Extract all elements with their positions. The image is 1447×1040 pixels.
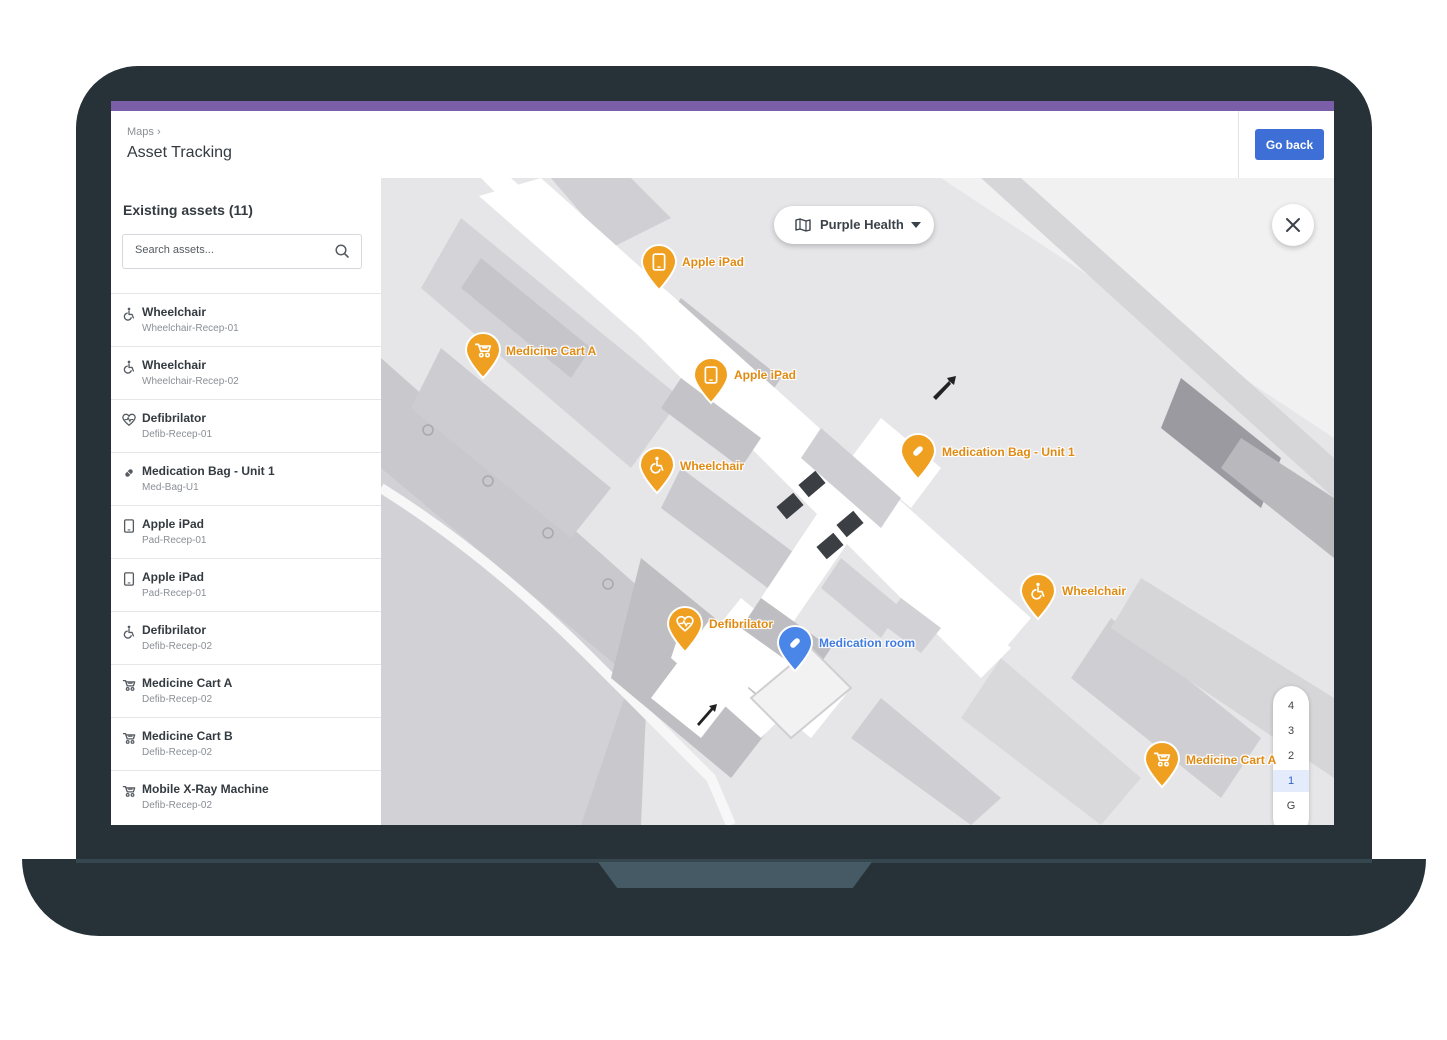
- cart-icon: [1153, 750, 1171, 773]
- asset-id: Defib-Recep-02: [142, 694, 213, 705]
- floor-map[interactable]: Purple Health 4 3 2 1 G Apple iPad Medicine C…: [381, 178, 1334, 825]
- go-back-button[interactable]: Go back: [1255, 129, 1324, 160]
- map-marker[interactable]: [1143, 741, 1181, 789]
- asset-list-item[interactable]: Defibrilator Defib-Recep-02: [111, 611, 381, 664]
- map-marker-label[interactable]: Medication room: [819, 636, 915, 650]
- pill-icon: [786, 634, 804, 657]
- asset-name: Defibrilator: [142, 411, 207, 425]
- cart-icon: [122, 784, 136, 798]
- asset-id: Pad-Recep-01: [142, 535, 207, 546]
- venue-selector[interactable]: Purple Health: [774, 206, 934, 244]
- asset-id: Wheelchair-Recep-02: [142, 376, 239, 387]
- map-marker-label[interactable]: Apple iPad: [682, 255, 744, 269]
- heart-pulse-icon: [676, 615, 694, 638]
- floor-button-g[interactable]: G: [1273, 795, 1309, 817]
- asset-list-item[interactable]: Wheelchair Wheelchair-Recep-02: [111, 346, 381, 399]
- map-marker-label[interactable]: Apple iPad: [734, 368, 796, 382]
- asset-name: Medication Bag - Unit 1: [142, 464, 275, 478]
- cart-icon: [122, 731, 136, 745]
- tablet-icon: [702, 366, 720, 389]
- wheelchair-icon: [1029, 582, 1047, 605]
- map-marker[interactable]: [666, 606, 704, 654]
- close-icon: [1286, 218, 1300, 232]
- cart-icon: [474, 341, 492, 364]
- map-marker[interactable]: [776, 625, 814, 673]
- asset-id: Defib-Recep-01: [142, 429, 213, 440]
- asset-id: Defib-Recep-02: [142, 641, 213, 652]
- map-close-button[interactable]: [1272, 204, 1314, 246]
- map-marker[interactable]: [899, 433, 937, 481]
- asset-list-item[interactable]: Defibrilator Defib-Recep-01: [111, 399, 381, 452]
- tablet-icon: [122, 519, 136, 533]
- cart-icon: [122, 678, 136, 692]
- map-marker-label[interactable]: Medicine Cart A: [506, 344, 596, 358]
- map-marker-label[interactable]: Wheelchair: [680, 459, 744, 473]
- asset-name: Wheelchair: [142, 305, 207, 319]
- wheelchair-icon: [648, 456, 666, 479]
- accent-bar: [111, 101, 1334, 111]
- caret-down-icon: [911, 222, 921, 228]
- wheelchair-icon: [122, 625, 136, 639]
- map-marker-label[interactable]: Medicine Cart A: [1186, 753, 1276, 767]
- search-input[interactable]: [133, 243, 327, 257]
- asset-id: Med-Bag-U1: [142, 482, 199, 493]
- map-marker-label[interactable]: Wheelchair: [1062, 584, 1126, 598]
- page-title: Asset Tracking: [127, 144, 232, 161]
- asset-list-item[interactable]: Mobile X-Ray Machine Defib-Recep-02: [111, 770, 381, 823]
- map-marker[interactable]: [1019, 573, 1057, 621]
- asset-name: Mobile X-Ray Machine: [142, 782, 269, 796]
- asset-name: Defibrilator: [142, 623, 207, 637]
- breadcrumb[interactable]: Maps ›: [127, 126, 161, 138]
- tablet-icon: [122, 572, 136, 586]
- asset-id: Pad-Recep-01: [142, 588, 207, 599]
- asset-list-item[interactable]: Apple iPad Pad-Recep-01: [111, 505, 381, 558]
- header-divider: [1238, 111, 1239, 178]
- asset-name: Apple iPad: [142, 517, 205, 531]
- asset-list-item[interactable]: Wheelchair Wheelchair-Recep-01: [111, 293, 381, 346]
- wheelchair-icon: [122, 307, 136, 321]
- assets-heading: Existing assets (11): [123, 202, 253, 218]
- map-marker[interactable]: [692, 357, 730, 405]
- asset-list-item[interactable]: Apple iPad Pad-Recep-01: [111, 558, 381, 611]
- assets-sidebar: Existing assets (11) WheelchairWheelchai…: [111, 178, 382, 825]
- app-header: Maps › Asset Tracking Go back: [111, 111, 1334, 179]
- heart-pulse-icon: [122, 413, 136, 427]
- asset-id: Defib-Recep-02: [142, 800, 213, 811]
- floor-button-2[interactable]: 2: [1273, 745, 1309, 767]
- asset-name: Medicine Cart B: [142, 729, 233, 743]
- search-icon[interactable]: [334, 243, 350, 259]
- asset-list: Wheelchair Wheelchair-Recep-01 Wheelchair W…: [111, 293, 381, 823]
- app-screen: Maps › Asset Tracking Go back Existing a…: [111, 101, 1334, 825]
- map-icon: [795, 218, 811, 232]
- pill-icon: [122, 466, 136, 480]
- asset-list-item[interactable]: Medicine Cart B Defib-Recep-02: [111, 717, 381, 770]
- asset-name: Apple iPad: [142, 570, 205, 584]
- map-marker-label[interactable]: Defibrilator: [709, 617, 773, 631]
- map-marker-label[interactable]: Medication Bag - Unit 1: [942, 445, 1075, 459]
- wheelchair-icon: [122, 360, 136, 374]
- search-box[interactable]: [122, 234, 362, 269]
- floor-picker: 4 3 2 1 G: [1273, 686, 1309, 825]
- floor-button-4[interactable]: 4: [1273, 695, 1309, 717]
- pill-icon: [909, 442, 927, 465]
- map-marker[interactable]: [640, 244, 678, 292]
- laptop-notch: [598, 862, 872, 888]
- asset-list-item[interactable]: Medication Bag - Unit 1 Med-Bag-U1: [111, 452, 381, 505]
- map-marker[interactable]: [638, 447, 676, 495]
- floor-plan: [381, 178, 1334, 825]
- venue-label: Purple Health: [820, 217, 904, 232]
- asset-name: Medicine Cart A: [142, 676, 233, 690]
- asset-name: Wheelchair: [142, 358, 207, 372]
- tablet-icon: [650, 253, 668, 276]
- map-marker[interactable]: [464, 332, 502, 380]
- floor-button-1[interactable]: 1: [1273, 770, 1309, 792]
- asset-list-item[interactable]: Medicine Cart A Defib-Recep-02: [111, 664, 381, 717]
- asset-id: Wheelchair-Recep-01: [142, 323, 239, 334]
- floor-button-3[interactable]: 3: [1273, 720, 1309, 742]
- asset-id: Defib-Recep-02: [142, 747, 213, 758]
